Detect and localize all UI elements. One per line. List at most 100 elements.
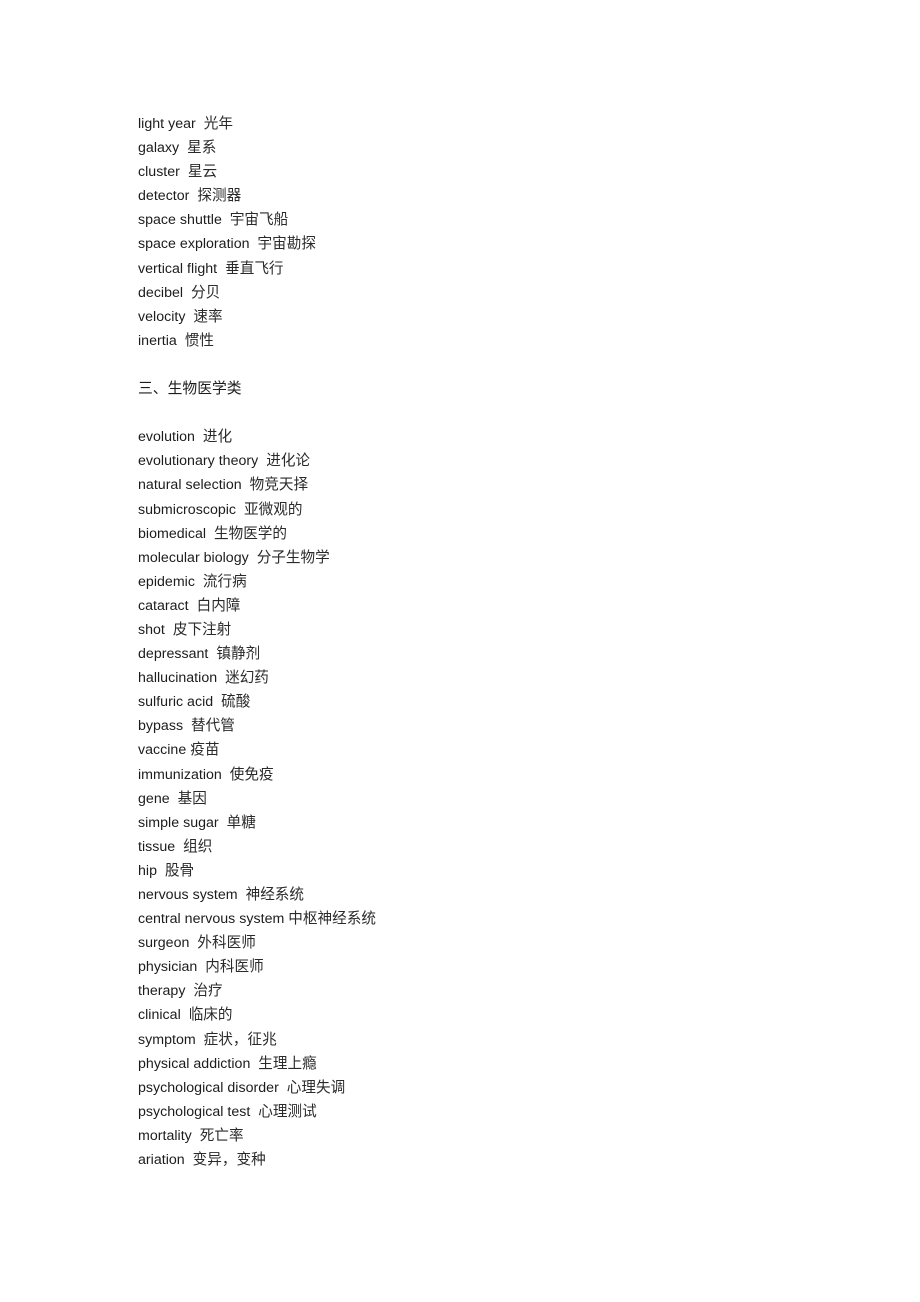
vocabulary-entry: galaxy 星系 — [138, 136, 838, 160]
entry-term: gene — [138, 790, 170, 807]
vocabulary-entry: velocity 速率 — [138, 305, 838, 329]
entry-term: sulfuric acid — [138, 694, 214, 711]
entry-gloss: 亚微观的 — [244, 500, 303, 518]
entry-term: space exploration — [138, 236, 250, 253]
entry-term: velocity — [138, 308, 186, 325]
vocabulary-entry: immunization 使免疫 — [138, 763, 838, 787]
entry-term: mortality — [138, 1127, 192, 1144]
entry-term: shot — [138, 621, 165, 638]
vocabulary-entry: simple sugar 单糖 — [138, 811, 838, 835]
vocabulary-entry: epidemic 流行病 — [138, 570, 838, 594]
blank-line-before-heading — [138, 353, 838, 377]
entry-gloss: 死亡率 — [199, 1126, 244, 1144]
entry-gloss: 星云 — [187, 163, 218, 181]
entry-gloss: 分贝 — [191, 283, 221, 301]
vocabulary-entry: gene 基因 — [138, 787, 838, 811]
entry-separator — [189, 598, 197, 614]
vocabulary-entry: cluster 星云 — [138, 160, 838, 184]
vocabulary-entry: tissue 组织 — [138, 835, 838, 859]
vocabulary-entry: physician 内科医师 — [138, 955, 838, 979]
vocabulary-entry: evolutionary theory 进化论 — [138, 449, 838, 473]
entry-gloss: 分子生物学 — [256, 548, 330, 566]
vocabulary-entry: physical addiction 生理上瘾 — [138, 1052, 838, 1076]
entry-gloss: 外科医师 — [197, 934, 256, 952]
entry-term: epidemic — [138, 573, 195, 590]
entry-term: vertical flight — [138, 260, 218, 277]
entry-term: submicroscopic — [138, 501, 237, 518]
vocabulary-entry: space shuttle 宇宙飞船 — [138, 208, 838, 232]
entry-term: nervous system — [138, 887, 238, 903]
entry-gloss: 皮下注射 — [172, 620, 232, 638]
entry-term: psychological test — [138, 1103, 251, 1120]
entry-separator — [195, 429, 203, 445]
entry-gloss: 变异，变种 — [192, 1151, 266, 1169]
vocabulary-entry: submicroscopic 亚微观的 — [138, 498, 838, 522]
entry-gloss: 迷幻药 — [225, 669, 269, 687]
entry-term: molecular biology — [138, 549, 249, 566]
entry-gloss: 镇静剂 — [216, 645, 261, 663]
entry-term: decibel — [138, 284, 184, 301]
entry-term: vaccine — [138, 742, 187, 759]
entry-gloss: 治疗 — [193, 982, 223, 1000]
astronomy-physics-entries: light year 光年 galaxy 星系 cluster 星云 detector… — [138, 112, 838, 353]
blank-line-after-heading — [138, 401, 838, 425]
document-body: light year 光年 galaxy 星系 cluster 星云 detector… — [138, 112, 838, 1172]
document-page: light year 光年 galaxy 星系 cluster 星云 detector… — [0, 0, 920, 1302]
entry-term: space shuttle — [138, 212, 222, 229]
vocabulary-entry: surgeon 外科医师 — [138, 931, 838, 955]
entry-gloss: 宇宙飞船 — [229, 211, 289, 229]
vocabulary-entry: vertical flight 垂直飞行 — [138, 257, 838, 281]
entry-gloss: 临床的 — [188, 1006, 233, 1024]
vocabulary-entry: mortality 死亡率 — [138, 1124, 838, 1148]
entry-term: immunization — [138, 766, 222, 783]
entry-gloss: 速率 — [193, 307, 223, 325]
entry-term: natural selection — [138, 477, 242, 494]
vocabulary-entry: natural selection 物竞天择 — [138, 473, 838, 497]
entry-term: clinical — [138, 1007, 181, 1024]
entry-gloss: 垂直飞行 — [225, 259, 284, 277]
vocabulary-entry: sulfuric acid 硫酸 — [138, 690, 838, 714]
vocabulary-entry: central nervous system 中枢神经系统 — [138, 907, 838, 931]
vocabulary-entry: hallucination 迷幻药 — [138, 666, 838, 690]
entry-gloss: 心理失调 — [286, 1078, 346, 1096]
entry-term: surgeon — [138, 935, 190, 952]
entry-gloss: 组织 — [183, 837, 213, 855]
entry-term: evolution — [138, 429, 195, 446]
entry-separator — [177, 333, 185, 349]
entry-gloss: 进化论 — [266, 452, 311, 470]
entry-gloss: 神经系统 — [245, 886, 305, 903]
entry-term: evolutionary theory — [138, 453, 259, 470]
vocabulary-entry: decibel 分贝 — [138, 281, 838, 305]
vocabulary-entry: therapy 治疗 — [138, 979, 838, 1003]
entry-separator — [249, 550, 257, 566]
entry-separator — [213, 694, 221, 710]
biomedical-entries: evolution 进化 evolutionary theory 进化论 natur… — [138, 425, 838, 1172]
entry-term: cataract — [138, 597, 189, 614]
entry-separator — [219, 815, 227, 831]
vocabulary-entry: psychological disorder 心理失调 — [138, 1076, 838, 1100]
entry-separator — [185, 1152, 193, 1168]
vocabulary-entry: depressant 镇静剂 — [138, 642, 838, 666]
entry-separator — [238, 887, 246, 903]
entry-gloss: 基因 — [177, 789, 207, 807]
section-heading-biomedical: 三、生物医学类 — [138, 380, 242, 398]
vocabulary-entry: hip 股骨 — [138, 859, 838, 883]
vocabulary-entry: vaccine 疫苗 — [138, 738, 838, 762]
entry-separator — [157, 863, 165, 879]
entry-term: galaxy — [138, 140, 180, 157]
entry-gloss: 物竞天择 — [249, 476, 309, 494]
entry-term: light year — [138, 116, 196, 132]
entry-separator — [217, 670, 225, 686]
vocabulary-entry: molecular biology 分子生物学 — [138, 546, 838, 570]
vocabulary-entry: inertia 惯性 — [138, 329, 838, 353]
entry-term: cluster — [138, 164, 180, 181]
entry-separator — [222, 212, 230, 228]
vocabulary-entry: space exploration 宇宙勘探 — [138, 232, 838, 256]
entry-term: tissue — [138, 838, 176, 855]
vocabulary-entry: cataract 白内障 — [138, 594, 838, 618]
entry-term: simple sugar — [138, 814, 219, 831]
entry-term: detector — [138, 188, 190, 205]
vocabulary-entry: biomedical 生物医学的 — [138, 522, 838, 546]
entry-term: psychological disorder — [138, 1079, 279, 1096]
entry-gloss: 惯性 — [184, 331, 214, 349]
